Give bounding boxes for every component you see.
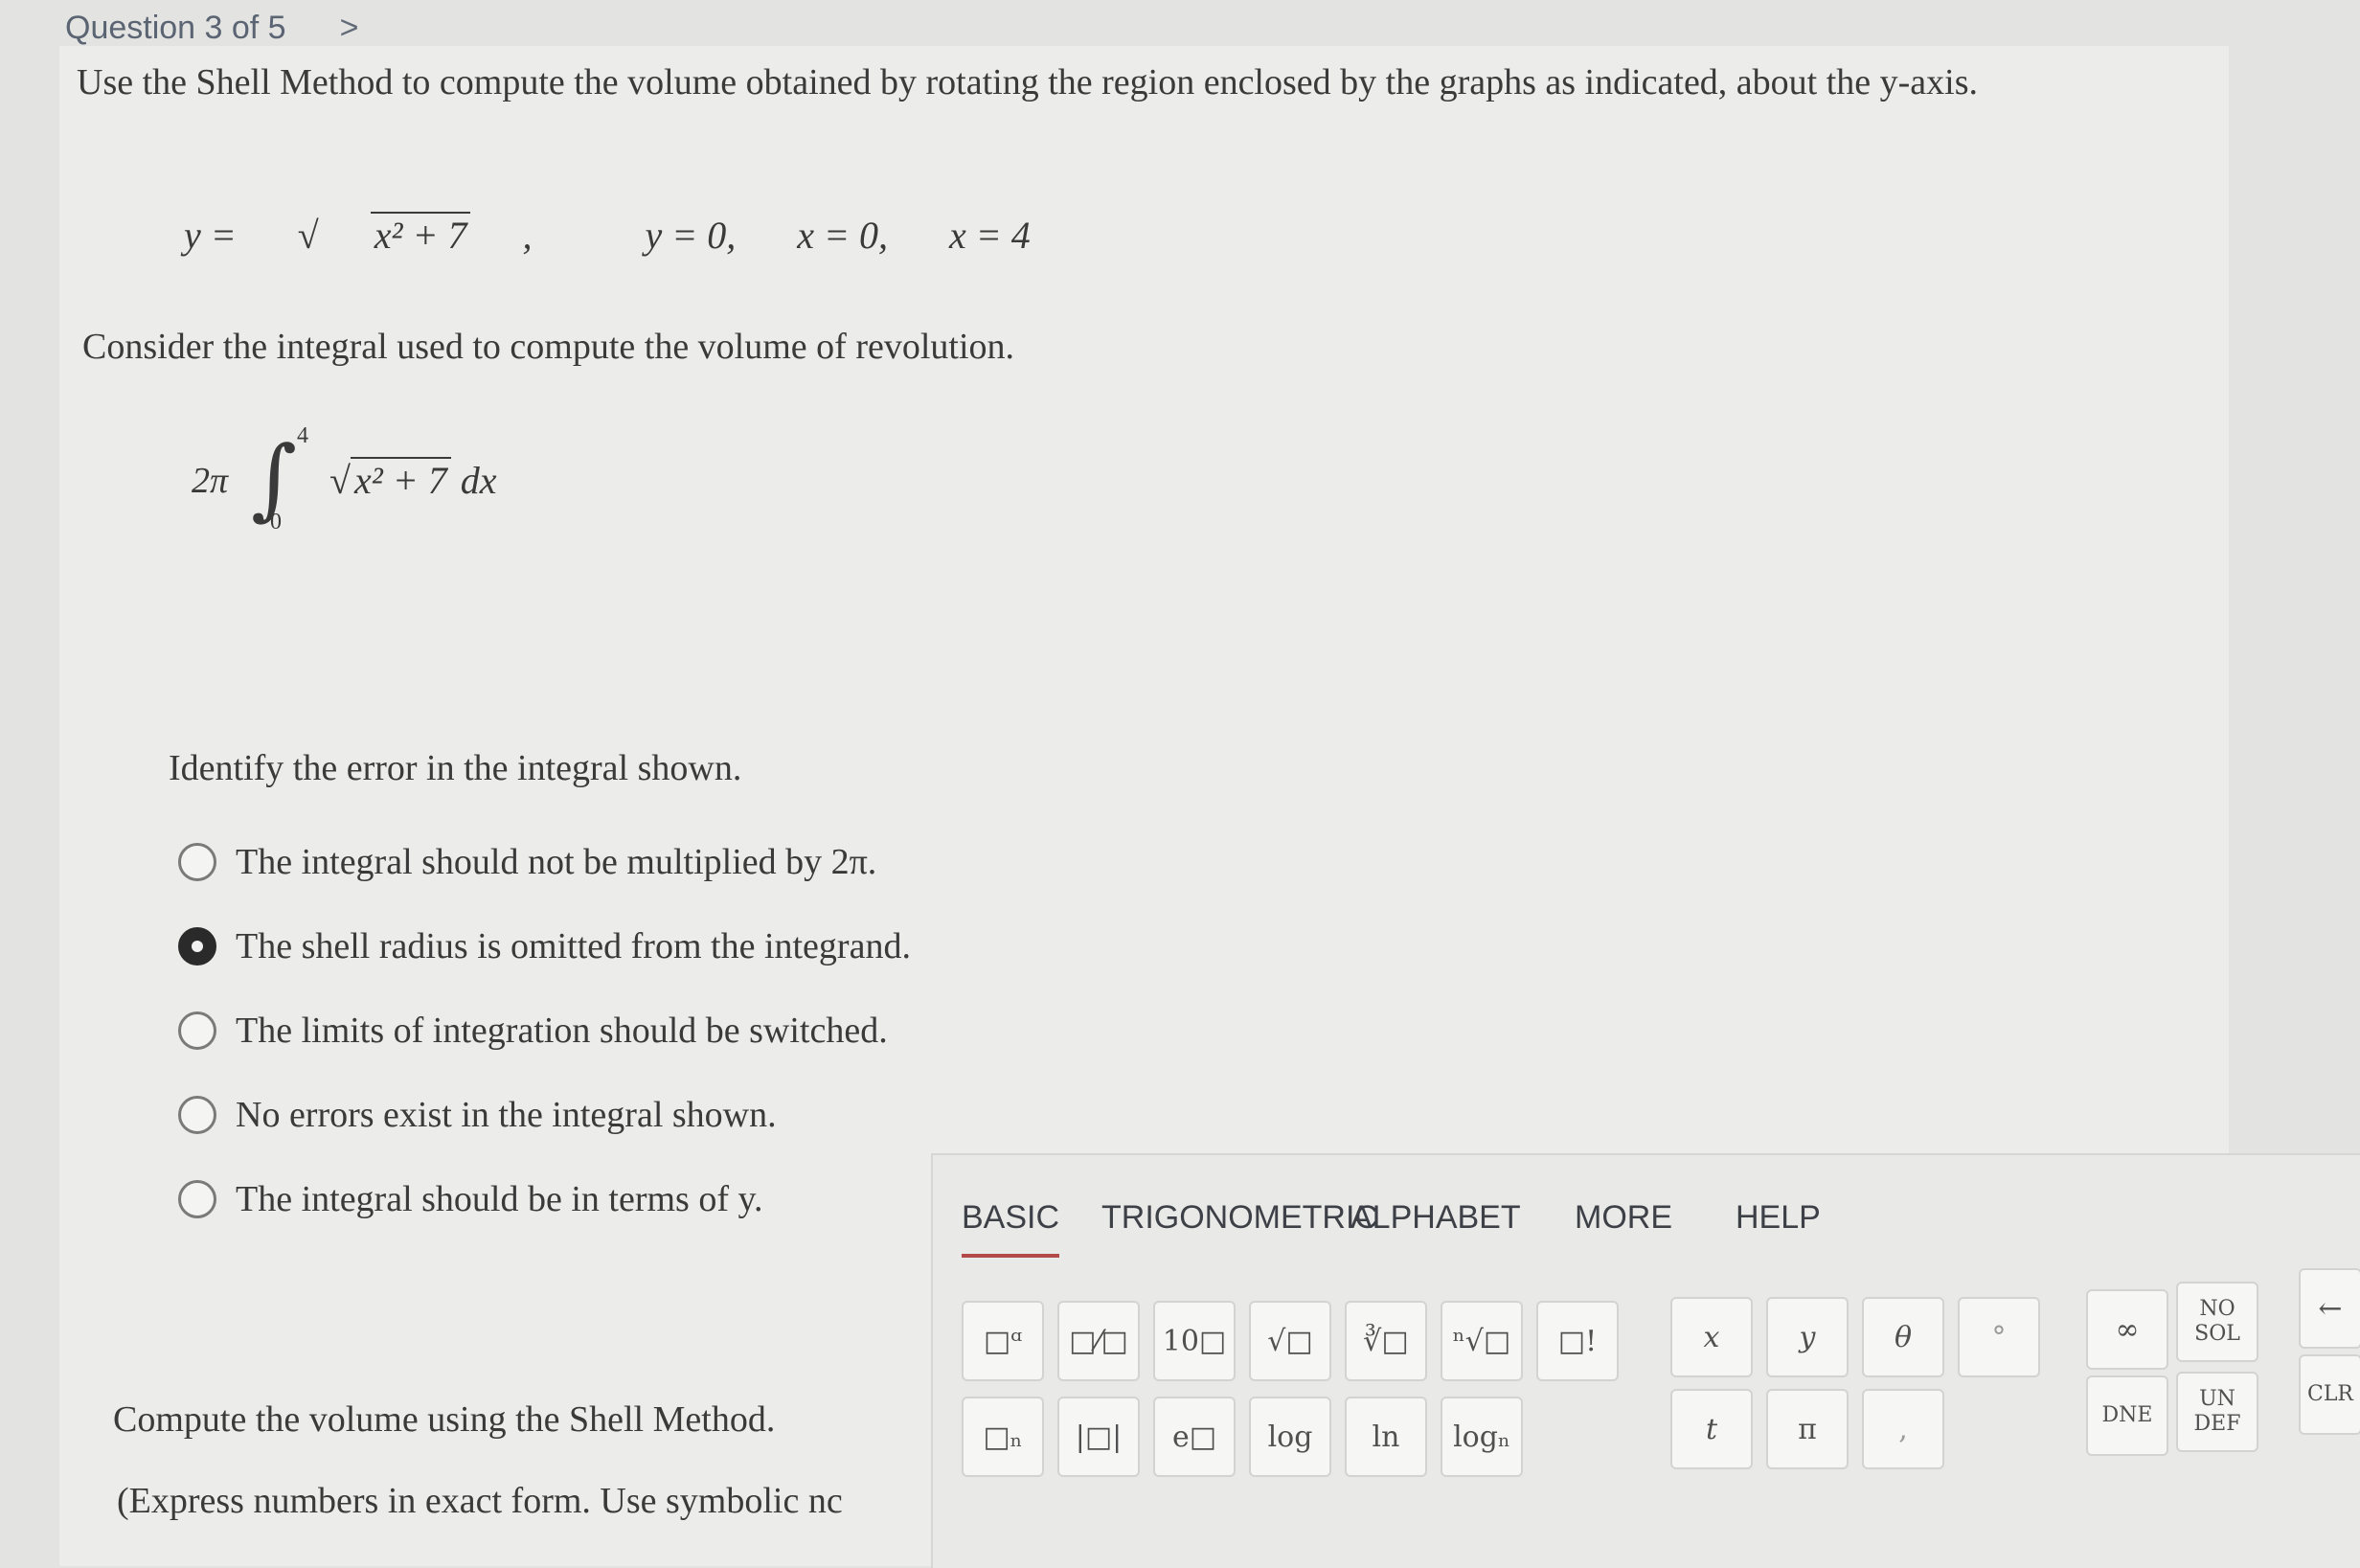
math-keyboard: BASIC TRIGONOMETRIC ALPHABET MORE HELP □…	[931, 1153, 2360, 1568]
key-t[interactable]: t	[1670, 1389, 1753, 1469]
problem-prompt: Use the Shell Method to compute the volu…	[77, 62, 1979, 102]
key-cube-root[interactable]: ∛□	[1345, 1301, 1427, 1381]
key-sqrt[interactable]: √□	[1249, 1301, 1331, 1381]
answer-option[interactable]: No errors exist in the integral shown.	[178, 1073, 911, 1157]
integral-lower-limit: 0	[270, 510, 282, 534]
radio-button[interactable]	[178, 843, 216, 881]
equation-x0: x = 0,	[797, 214, 888, 257]
answer-options: The integral should not be multiplied by…	[178, 820, 911, 1241]
question-counter: Question 3 of 5	[65, 10, 286, 46]
compute-instruction: Compute the volume using the Shell Metho…	[113, 1399, 776, 1440]
radio-button[interactable]	[178, 1011, 216, 1050]
key-factorial[interactable]: □!	[1536, 1301, 1619, 1381]
key-infinity[interactable]: ∞	[2086, 1289, 2168, 1370]
region-equations: y = √ x² + 7, y = 0, x = 0, x = 4	[184, 212, 1082, 258]
key-dne[interactable]: DNE	[2086, 1375, 2168, 1456]
tab-more[interactable]: MORE	[1575, 1199, 1672, 1237]
identify-question: Identify the error in the integral shown…	[169, 748, 742, 788]
answer-option[interactable]: The shell radius is omitted from the int…	[178, 904, 911, 989]
key-degree[interactable]: °	[1958, 1297, 2040, 1377]
key-x[interactable]: x	[1670, 1297, 1753, 1377]
integral-expression: 2π ∫ 4 0 √ x² + 7 dx	[192, 420, 690, 544]
key-power[interactable]: □ᵅ	[962, 1301, 1044, 1381]
answer-option[interactable]: The integral should not be multiplied by…	[178, 820, 911, 904]
key-absolute-value[interactable]: |□|	[1057, 1397, 1140, 1477]
chevron-right-icon[interactable]: >	[340, 10, 359, 46]
key-ln[interactable]: ln	[1345, 1397, 1427, 1477]
equation-curve: y = √ x² + 7,	[184, 212, 533, 257]
question-header: Question 3 of 5 >	[65, 10, 358, 47]
tab-alphabet[interactable]: ALPHABET	[1350, 1199, 1521, 1237]
radio-button[interactable]	[178, 1096, 216, 1134]
key-comma[interactable]: ,	[1862, 1389, 1944, 1469]
tab-trigonometric[interactable]: TRIGONOMETRIC	[1101, 1199, 1378, 1237]
answer-option[interactable]: The limits of integration should be swit…	[178, 989, 911, 1073]
key-log-base[interactable]: logₙ	[1441, 1397, 1523, 1477]
tab-help[interactable]: HELP	[1736, 1199, 1821, 1237]
key-ten-power[interactable]: 10□	[1153, 1301, 1236, 1381]
integral-coefficient: 2π	[192, 461, 229, 501]
tab-basic[interactable]: BASIC	[962, 1199, 1060, 1258]
express-instruction: (Express numbers in exact form. Use symb…	[117, 1481, 843, 1521]
key-undefined[interactable]: UN DEF	[2176, 1372, 2258, 1452]
integral-upper-limit: 4	[297, 423, 308, 448]
key-exp[interactable]: e□	[1153, 1397, 1236, 1477]
equation-y0: y = 0,	[645, 214, 737, 257]
key-log[interactable]: log	[1249, 1397, 1331, 1477]
integrand: √ x² + 7 dx	[329, 457, 497, 502]
key-subscript[interactable]: □ₙ	[962, 1397, 1044, 1477]
key-y[interactable]: y	[1766, 1297, 1849, 1377]
consider-text: Consider the integral used to compute th…	[82, 327, 1015, 367]
answer-option[interactable]: The integral should be in terms of y.	[178, 1157, 911, 1241]
key-pi[interactable]: π	[1766, 1389, 1849, 1469]
key-backspace[interactable]: ←	[2299, 1268, 2360, 1349]
key-no-solution[interactable]: NO SOL	[2176, 1282, 2258, 1362]
key-fraction[interactable]: □⁄□	[1057, 1301, 1140, 1381]
key-nth-root[interactable]: ⁿ√□	[1441, 1301, 1523, 1381]
key-clear[interactable]: CLR	[2299, 1354, 2360, 1435]
radio-button[interactable]	[178, 1180, 216, 1218]
equation-x4: x = 4	[948, 214, 1031, 257]
radio-button-selected[interactable]	[178, 927, 216, 966]
key-theta[interactable]: θ	[1862, 1297, 1944, 1377]
